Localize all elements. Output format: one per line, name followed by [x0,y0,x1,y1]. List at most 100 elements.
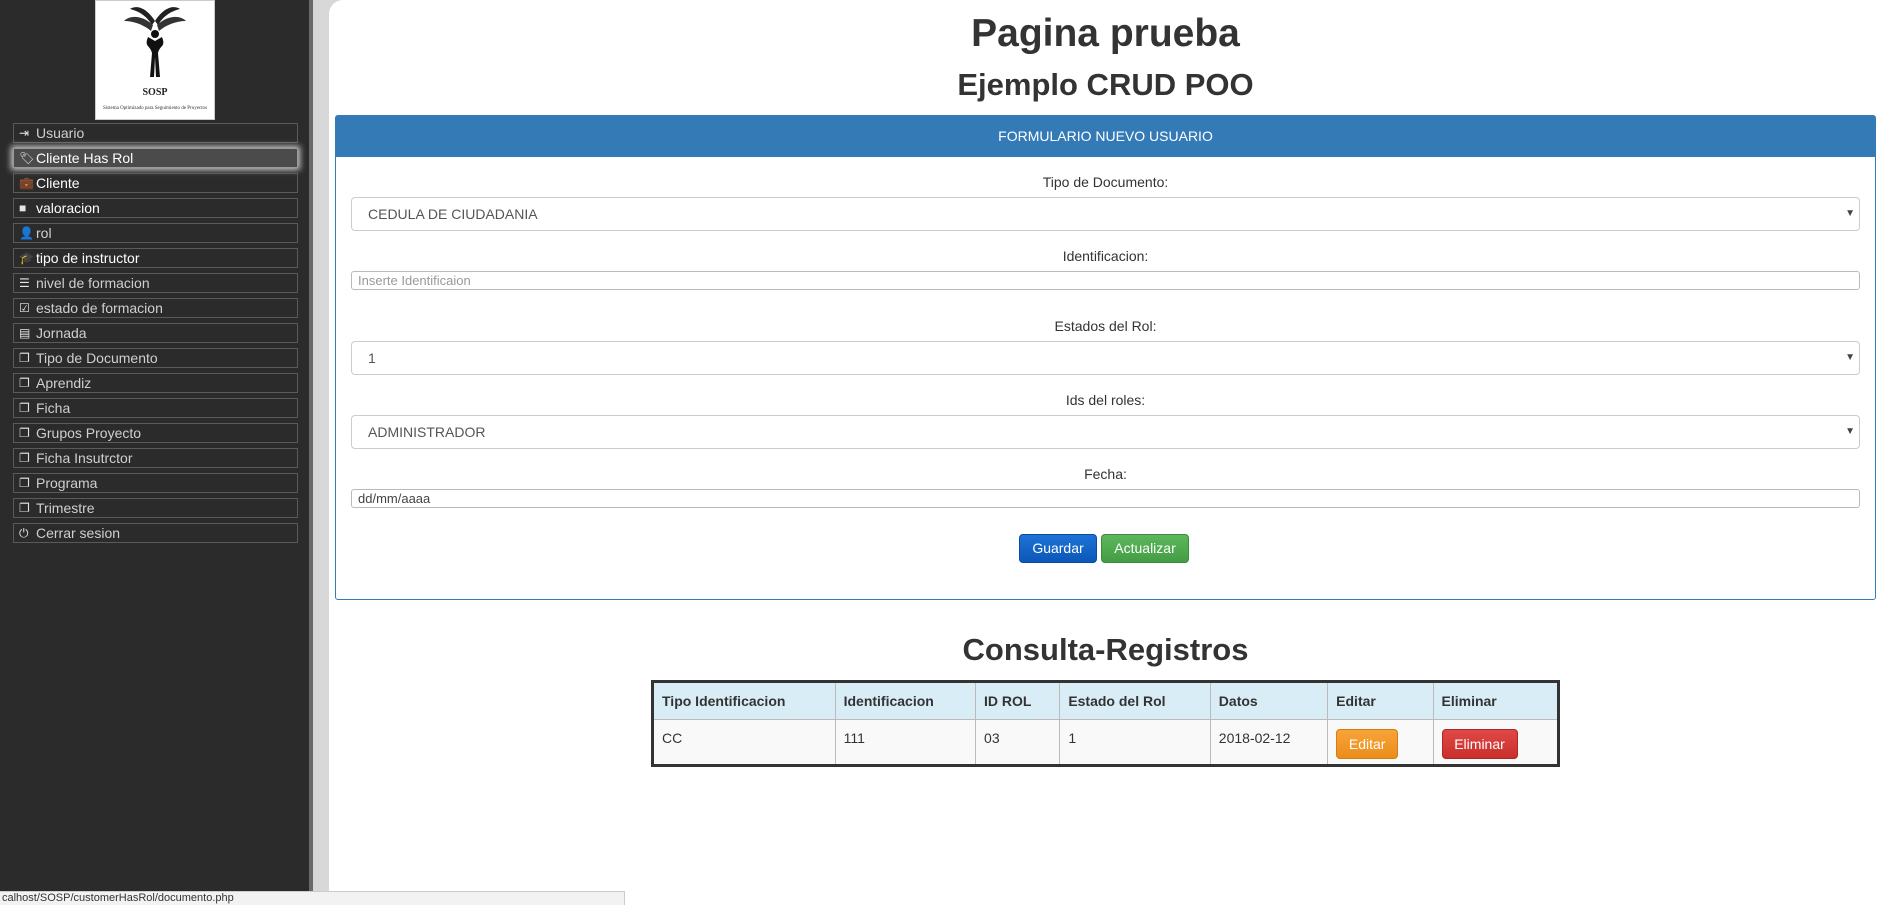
sidebar-item-label: Grupos Proyecto [36,425,142,441]
form-panel-header: FORMULARIO NUEVO USUARIO [336,116,1875,157]
column-header: ID ROL [975,681,1061,720]
copy-icon: ❐ [19,501,30,515]
sidebar-item-aprendiz[interactable]: ❐ Aprendiz [13,373,298,393]
estados-rol-select[interactable]: 1 ▼ [351,341,1860,375]
records-table: Tipo Identificacion Identificacion ID RO… [651,680,1560,767]
tags-icon: 🏷 [19,151,35,165]
sidebar-item-trimestre[interactable]: ❐ Trimestre [13,498,298,518]
sidebar-item-label: Tipo de Documento [36,350,158,366]
sidebar-item-label: Cliente [36,175,80,191]
graduation-cap-icon: 🎓 [19,251,34,265]
sidebar-item-label: Jornada [36,325,87,341]
copy-icon: ❐ [19,426,30,440]
sidebar-item-label: Ficha Insutrctor [36,450,133,466]
column-header: Editar [1327,681,1434,720]
logo-subtitle: Sistema Optimizado para Seguimiento de P… [102,106,207,111]
book-icon: ■ [19,201,27,215]
sign-in-icon: ⇥ [19,126,30,140]
consulta-title: Consulta-Registros [962,632,1249,667]
actualizar-button[interactable]: Actualizar [1101,534,1189,563]
fecha-label: Fecha: [1084,466,1127,482]
list-alt-icon: ▤ [19,326,31,340]
fecha-input[interactable]: dd/mm/aaaa [351,489,1860,508]
cell-eliminar: Eliminar [1432,719,1560,766]
main-content: Pagina prueba Ejemplo CRUD POO FORMULARI… [329,0,1887,905]
tipo-documento-label: Tipo de Documento: [1042,174,1169,190]
identificacion-input[interactable]: Inserte Identificaion [351,271,1860,290]
column-header: Identificacion [834,681,977,720]
chevron-down-icon: ▼ [1845,208,1855,219]
chevron-down-icon: ▼ [1845,352,1855,363]
sidebar-item-ficha[interactable]: ❐ Ficha [13,398,298,418]
sidebar-item-jornada[interactable]: ▤ Jornada [13,323,298,343]
sidebar-item-nivel-de-formacion[interactable]: ☰ nivel de formacion [13,273,298,293]
identificacion-label: Identificacion: [1062,248,1149,264]
cell-datos: 2018-02-12 [1209,719,1329,766]
sidebar-item-label: Cliente Has Rol [36,150,134,166]
logo-figure-icon [124,7,186,77]
sidebar-item-label: Aprendiz [36,375,92,391]
sidebar-item-label: rol [36,225,52,241]
guardar-button[interactable]: Guardar [1019,534,1097,563]
sidebar-item-label: Usuario [36,125,85,141]
new-user-form-panel: FORMULARIO NUEVO USUARIO Tipo de Documen… [335,115,1876,600]
ids-roles-select[interactable]: ADMINISTRADOR ▼ [351,415,1860,449]
ids-roles-label: Ids del roles: [1065,392,1146,408]
ids-roles-value: ADMINISTRADOR [368,424,486,440]
sidebar-item-usuario[interactable]: ⇥ Usuario [13,123,298,143]
cell-tipo: CC [652,719,836,766]
column-header: Datos [1209,681,1329,720]
sidebar-item-tipo-de-documento[interactable]: ❐ Tipo de Documento [13,348,298,368]
cell-identificacion: 111 [834,719,977,766]
tipo-documento-select[interactable]: CEDULA DE CIUDADANIA ▼ [351,197,1860,231]
cell-id-rol: 03 [975,719,1061,766]
page-subtitle: Ejemplo CRUD POO [957,67,1254,102]
eliminar-button[interactable]: Eliminar [1441,729,1518,759]
list-indent-icon: ☰ [19,276,30,290]
column-header: Eliminar [1432,681,1560,720]
sidebar-item-grupos-proyecto[interactable]: ❐ Grupos Proyecto [13,423,298,443]
briefcase-icon: 💼 [19,176,34,190]
sidebar-item-label: Cerrar sesion [36,525,121,541]
sidebar-menu: ⇥ Usuario 🏷 Cliente Has Rol 💼 Cliente ■ valorac… [13,123,298,548]
sidebar-item-cliente-has-rol[interactable]: 🏷 Cliente Has Rol [13,148,298,168]
sidebar-item-rol[interactable]: 👤 rol [13,223,298,243]
sidebar-item-label: valoracion [36,200,100,216]
sidebar-item-cerrar-sesion[interactable]: ⏻ Cerrar sesion [13,523,298,543]
sidebar-item-cliente[interactable]: 💼 Cliente [13,173,298,193]
sidebar-edge [309,0,313,905]
sidebar-item-label: Programa [36,475,98,491]
table-header-row: Tipo Identificacion Identificacion ID RO… [652,681,1560,720]
check-square-icon: ☑ [19,301,30,315]
copy-icon: ❐ [19,351,30,365]
sidebar-item-label: Trimestre [36,500,95,516]
logo: SOSP Sistema Optimizado para Seguimiento… [95,0,215,120]
sidebar-item-valoracion[interactable]: ■ valoracion [13,198,298,218]
cell-estado: 1 [1059,719,1211,766]
editar-button[interactable]: Editar [1336,729,1399,759]
column-header: Estado del Rol [1059,681,1211,720]
sidebar-item-label: estado de formacion [36,300,163,316]
estados-rol-label: Estados del Rol: [1054,318,1157,334]
power-off-icon: ⏻ [19,526,29,540]
table-row: CC 111 03 1 2018-02-12 Editar Eliminar [652,719,1560,766]
sidebar-item-ficha-insutrctor[interactable]: ❐ Ficha Insutrctor [13,448,298,468]
sidebar: SOSP Sistema Optimizado para Seguimiento… [0,0,313,905]
copy-icon: ❐ [19,451,30,465]
tipo-documento-value: CEDULA DE CIUDADANIA [368,206,538,222]
column-header: Tipo Identificacion [652,681,836,720]
cell-editar: Editar [1327,719,1434,766]
sidebar-item-programa[interactable]: ❐ Programa [13,473,298,493]
status-bar-url: calhost/SOSP/customerHasRol/documento.ph… [0,891,625,905]
copy-icon: ❐ [19,401,30,415]
sidebar-item-label: nivel de formacion [36,275,150,291]
logo-title: SOSP [142,87,168,98]
chevron-down-icon: ▼ [1845,426,1855,437]
page-title: Pagina prueba [971,12,1240,55]
sidebar-item-label: tipo de instructor [36,250,140,266]
sidebar-item-tipo-de-instructor[interactable]: 🎓 tipo de instructor [13,248,298,268]
estados-rol-value: 1 [368,350,376,366]
sidebar-item-estado-de-formacion[interactable]: ☑ estado de formacion [13,298,298,318]
sidebar-item-label: Ficha [36,400,71,416]
copy-icon: ❐ [19,376,30,390]
